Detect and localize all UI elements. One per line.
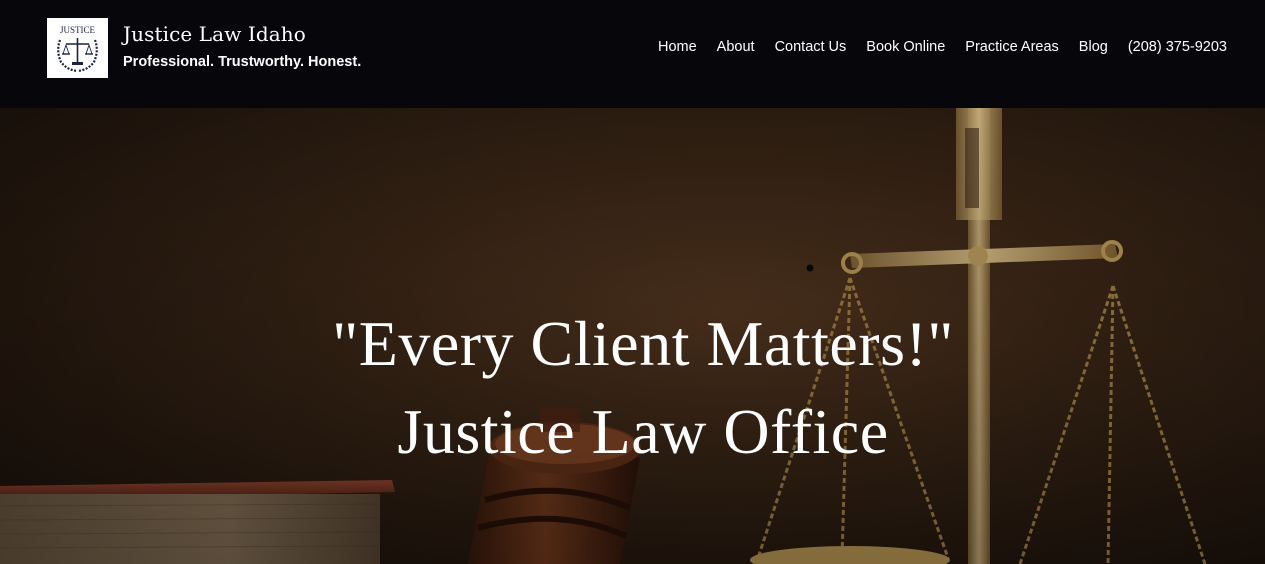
hero-subheadline: Justice Law Office — [397, 396, 889, 467]
main-nav: Home About Contact Us Book Online Practi… — [658, 39, 1227, 55]
hero-text: "Every Client Matters!" Justice Law Offi… — [0, 300, 1265, 476]
nav-practice-areas[interactable]: Practice Areas — [965, 39, 1059, 55]
hero-headline: "Every Client Matters!" — [332, 308, 954, 379]
nav-phone[interactable]: (208) 375-9203 — [1128, 39, 1227, 55]
brand-name[interactable]: Justice Law Idaho — [123, 22, 306, 46]
nav-blog[interactable]: Blog — [1079, 39, 1108, 55]
svg-text:JUSTICE: JUSTICE — [60, 25, 96, 35]
justice-logo[interactable]: JUSTICE — [47, 18, 108, 78]
nav-book-online[interactable]: Book Online — [866, 39, 945, 55]
brand-tagline: Professional. Trustworthy. Honest. — [123, 54, 362, 70]
page: JUSTICE Justice Law Idaho Professional. … — [0, 0, 1265, 564]
nav-about[interactable]: About — [717, 39, 755, 55]
nav-contact-us[interactable]: Contact Us — [775, 39, 847, 55]
hero-section: "Every Client Matters!" Justice Law Offi… — [0, 108, 1265, 564]
nav-home[interactable]: Home — [658, 39, 697, 55]
site-header: JUSTICE Justice Law Idaho Professional. … — [0, 0, 1265, 108]
